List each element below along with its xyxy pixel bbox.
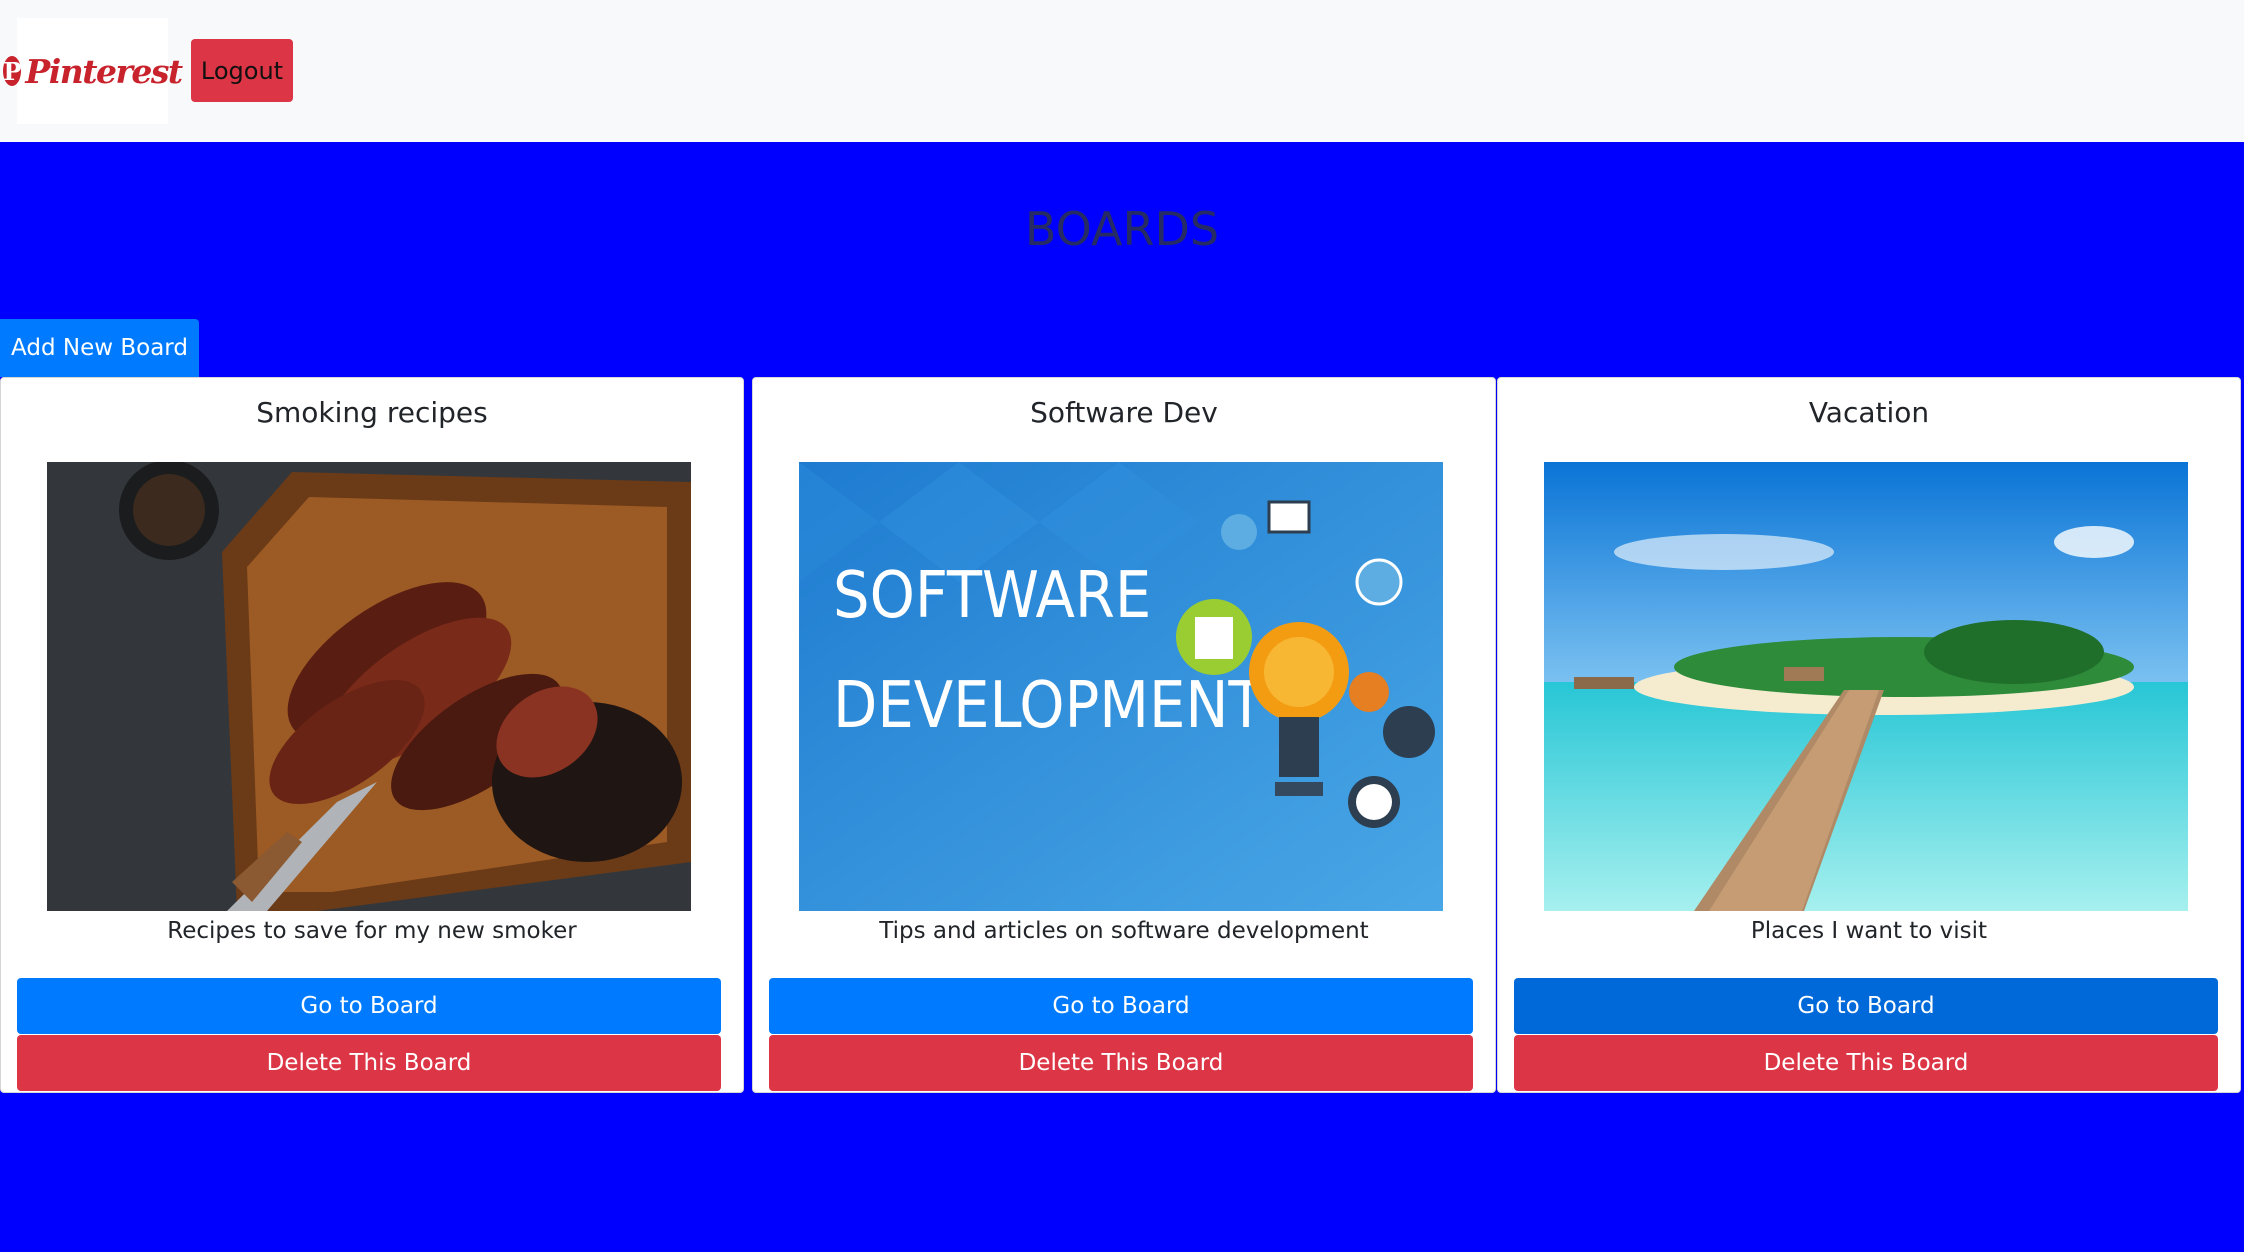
board-title: Software Dev (1030, 396, 1218, 429)
boards-header: BOARDS (0, 142, 2244, 377)
go-to-board-button[interactable]: Go to Board (17, 978, 721, 1034)
pinterest-p-icon: P (3, 56, 22, 86)
board-title: Vacation (1808, 396, 1930, 429)
navbar: P Pinterest Logout (0, 0, 2244, 142)
delete-board-button[interactable]: Delete This Board (769, 1035, 1473, 1091)
tropical-beach-image (1544, 462, 2188, 911)
software-development-image: SOFTWARE DEVELOPMENT (799, 462, 1443, 911)
board-description: Tips and articles on software developmen… (879, 918, 1369, 944)
image-text-software: SOFTWARE (833, 559, 1151, 633)
page-title: BOARDS (1024, 202, 1220, 256)
delete-board-button[interactable]: Delete This Board (17, 1035, 721, 1091)
board-description: Recipes to save for my new smoker (167, 918, 577, 944)
delete-board-button[interactable]: Delete This Board (1514, 1035, 2218, 1091)
board-card-software-dev: Software Dev SOFTWARE DEVELOPMENT Tips a… (752, 377, 1496, 1093)
pinterest-logo[interactable]: P Pinterest (3, 18, 183, 124)
board-title: Smoking recipes (256, 396, 488, 429)
board-card-smoking-recipes: Smoking recipes Recipes to save for my n… (0, 377, 744, 1093)
add-new-board-button[interactable]: Add New Board (0, 319, 199, 377)
logout-button[interactable]: Logout (191, 39, 293, 102)
board-card-vacation: Vacation Places I want to visit Go to Bo… (1497, 377, 2241, 1093)
logo-text: Pinterest (25, 51, 183, 91)
smoked-brisket-image (47, 462, 691, 911)
go-to-board-button[interactable]: Go to Board (1514, 978, 2218, 1034)
go-to-board-button[interactable]: Go to Board (769, 978, 1473, 1034)
board-description: Places I want to visit (1750, 918, 1988, 944)
image-text-development: DEVELOPMENT (833, 669, 1264, 743)
